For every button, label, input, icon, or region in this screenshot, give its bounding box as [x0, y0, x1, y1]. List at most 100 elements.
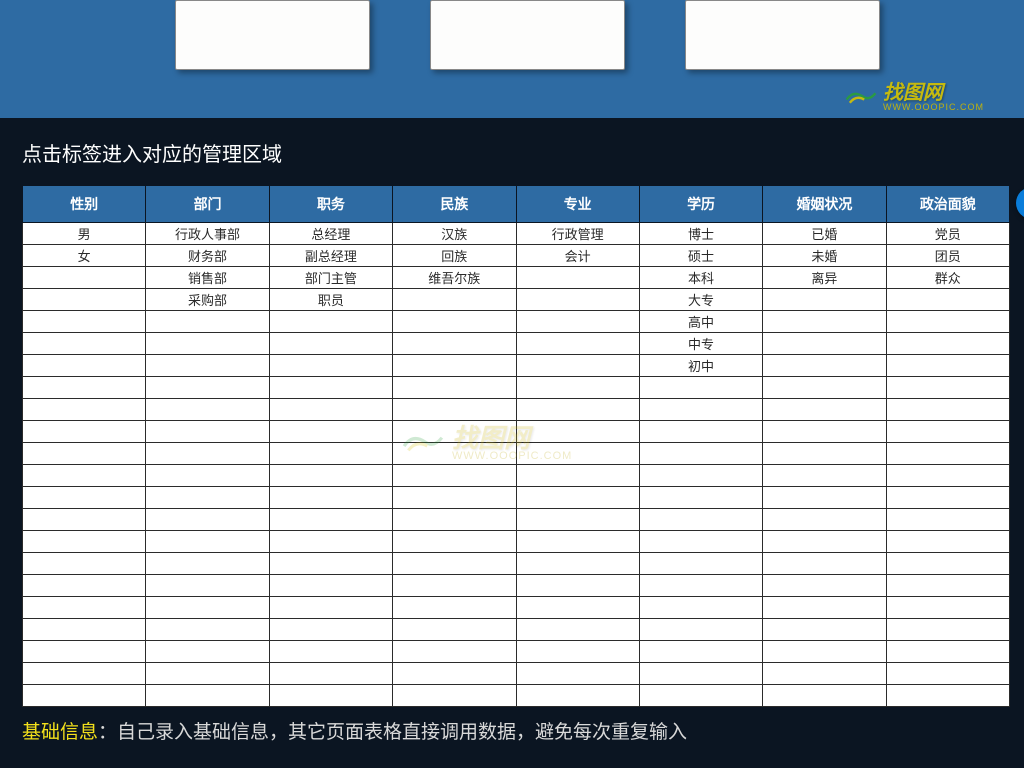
table-cell[interactable]: [23, 553, 146, 575]
table-cell[interactable]: [393, 685, 516, 707]
table-cell[interactable]: [763, 333, 886, 355]
table-cell[interactable]: [393, 289, 516, 311]
table-cell[interactable]: [763, 443, 886, 465]
table-cell[interactable]: [763, 377, 886, 399]
table-cell[interactable]: [146, 619, 269, 641]
table-cell[interactable]: [393, 531, 516, 553]
table-cell[interactable]: [23, 685, 146, 707]
table-cell[interactable]: [639, 465, 762, 487]
table-cell[interactable]: 行政人事部: [146, 223, 269, 245]
table-cell[interactable]: [146, 663, 269, 685]
table-cell[interactable]: [886, 531, 1009, 553]
table-cell[interactable]: [516, 685, 639, 707]
table-cell[interactable]: [639, 663, 762, 685]
table-cell[interactable]: 未婚: [763, 245, 886, 267]
table-cell[interactable]: [763, 399, 886, 421]
table-cell[interactable]: 女: [23, 245, 146, 267]
table-cell[interactable]: [23, 355, 146, 377]
table-cell[interactable]: [146, 421, 269, 443]
table-cell[interactable]: [269, 663, 392, 685]
col-header[interactable]: 学历: [639, 186, 762, 223]
table-cell[interactable]: [886, 443, 1009, 465]
col-header[interactable]: 民族: [393, 186, 516, 223]
table-cell[interactable]: 行政管理: [516, 223, 639, 245]
table-cell[interactable]: [639, 421, 762, 443]
table-cell[interactable]: [23, 641, 146, 663]
table-cell[interactable]: [23, 531, 146, 553]
table-cell[interactable]: [393, 399, 516, 421]
table-cell[interactable]: [639, 377, 762, 399]
table-cell[interactable]: [393, 355, 516, 377]
table-cell[interactable]: [23, 509, 146, 531]
table-cell[interactable]: [23, 465, 146, 487]
table-cell[interactable]: [763, 553, 886, 575]
table-cell[interactable]: [886, 465, 1009, 487]
table-cell[interactable]: [23, 597, 146, 619]
table-cell[interactable]: [393, 377, 516, 399]
table-cell[interactable]: [639, 619, 762, 641]
nav-card-3[interactable]: [685, 0, 880, 70]
table-cell[interactable]: [23, 289, 146, 311]
table-cell[interactable]: [269, 333, 392, 355]
table-cell[interactable]: [886, 355, 1009, 377]
table-cell[interactable]: 初中: [639, 355, 762, 377]
table-cell[interactable]: [393, 641, 516, 663]
table-cell[interactable]: [886, 377, 1009, 399]
table-cell[interactable]: [269, 399, 392, 421]
table-cell[interactable]: [393, 597, 516, 619]
table-cell[interactable]: [886, 421, 1009, 443]
table-cell[interactable]: [269, 531, 392, 553]
table-cell[interactable]: 部门主管: [269, 267, 392, 289]
table-cell[interactable]: [886, 663, 1009, 685]
table-cell[interactable]: [23, 575, 146, 597]
table-cell[interactable]: 中专: [639, 333, 762, 355]
table-cell[interactable]: 硕士: [639, 245, 762, 267]
table-cell[interactable]: [146, 355, 269, 377]
table-cell[interactable]: [763, 663, 886, 685]
table-cell[interactable]: [763, 597, 886, 619]
table-cell[interactable]: [393, 619, 516, 641]
table-cell[interactable]: 党员: [886, 223, 1009, 245]
table-cell[interactable]: [269, 641, 392, 663]
table-cell[interactable]: [146, 487, 269, 509]
table-cell[interactable]: [269, 685, 392, 707]
col-header[interactable]: 性别: [23, 186, 146, 223]
table-cell[interactable]: 男: [23, 223, 146, 245]
table-cell[interactable]: [269, 509, 392, 531]
table-cell[interactable]: [146, 685, 269, 707]
table-cell[interactable]: 职员: [269, 289, 392, 311]
table-cell[interactable]: [516, 531, 639, 553]
table-cell[interactable]: [516, 575, 639, 597]
table-cell[interactable]: [516, 267, 639, 289]
col-header[interactable]: 专业: [516, 186, 639, 223]
table-cell[interactable]: [516, 619, 639, 641]
table-cell[interactable]: [516, 333, 639, 355]
table-cell[interactable]: [146, 399, 269, 421]
table-cell[interactable]: [146, 575, 269, 597]
table-cell[interactable]: [393, 575, 516, 597]
table-cell[interactable]: 本科: [639, 267, 762, 289]
table-cell[interactable]: [516, 311, 639, 333]
table-cell[interactable]: [23, 487, 146, 509]
table-cell[interactable]: [886, 399, 1009, 421]
table-cell[interactable]: 离异: [763, 267, 886, 289]
table-cell[interactable]: [393, 509, 516, 531]
table-cell[interactable]: [639, 487, 762, 509]
table-cell[interactable]: [146, 553, 269, 575]
table-cell[interactable]: [516, 443, 639, 465]
table-cell[interactable]: [269, 355, 392, 377]
table-cell[interactable]: [516, 399, 639, 421]
table-cell[interactable]: [886, 311, 1009, 333]
home-button[interactable]: [1016, 187, 1024, 219]
table-cell[interactable]: [639, 641, 762, 663]
table-cell[interactable]: [886, 487, 1009, 509]
table-cell[interactable]: [269, 553, 392, 575]
table-cell[interactable]: [763, 465, 886, 487]
table-cell[interactable]: [23, 311, 146, 333]
table-cell[interactable]: 团员: [886, 245, 1009, 267]
table-cell[interactable]: [763, 575, 886, 597]
table-cell[interactable]: [639, 685, 762, 707]
table-cell[interactable]: [639, 553, 762, 575]
table-cell[interactable]: [886, 597, 1009, 619]
table-cell[interactable]: [763, 421, 886, 443]
